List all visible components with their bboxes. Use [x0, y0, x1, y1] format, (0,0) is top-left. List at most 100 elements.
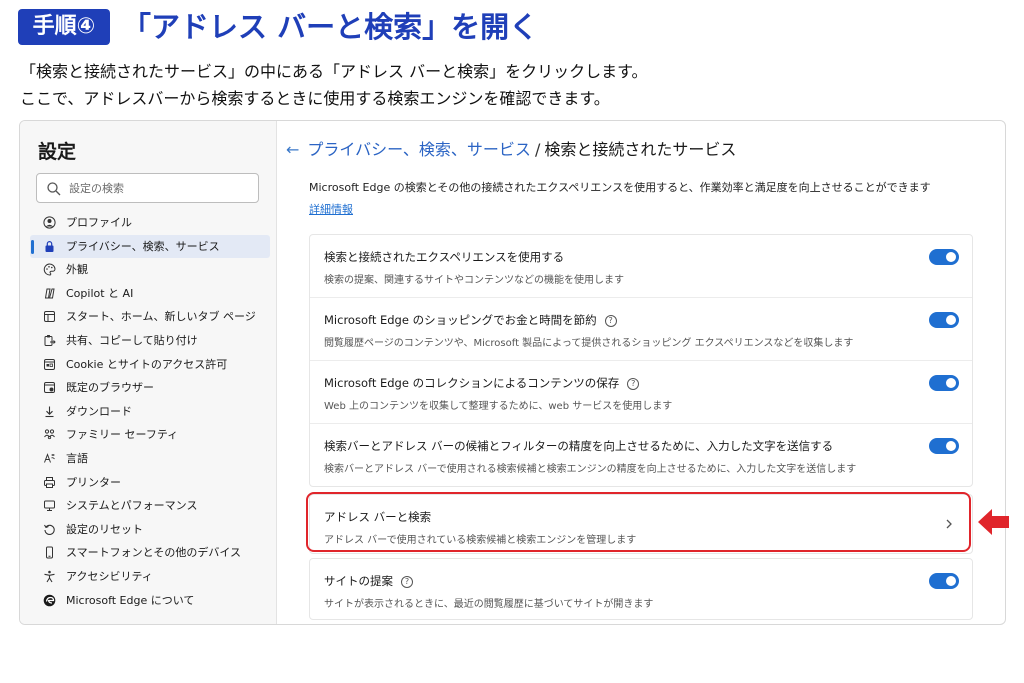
accessibility-icon: [44, 570, 55, 583]
help-icon[interactable]: ?: [401, 576, 413, 588]
setting-row-address-bar[interactable]: アドレス バーと検索 アドレス バーで使用されている検索候補と検索エンジンを管理…: [310, 495, 972, 553]
step-title: 「アドレス バーと検索」を開く: [122, 10, 539, 44]
setting-row-connected-experiences: 検索と接続されたエクスペリエンスを使用する 検索の提案、関連するサイトやコンテン…: [310, 235, 972, 298]
setting-title: アドレス バーと検索: [324, 510, 432, 524]
sidebar-item-label: Microsoft Edge について: [66, 593, 195, 607]
sidebar-item-about-edge[interactable]: Microsoft Edge について: [30, 589, 270, 613]
sidebar-item-downloads[interactable]: ダウンロード: [30, 400, 270, 424]
system-icon: [44, 500, 55, 512]
setting-description: サイトが表示されるときに、最近の閲覧履歴に基づいてサイトが開きます: [324, 599, 654, 610]
sidebar-item-profile[interactable]: プロファイル: [30, 211, 270, 235]
setting-title: サイトの提案?: [324, 573, 413, 589]
share-icon: [44, 334, 56, 346]
sidebar-item-accessibility[interactable]: アクセシビリティ: [30, 565, 270, 589]
sidebar-item-cookies[interactable]: Cookie とサイトのアクセス許可: [30, 353, 270, 377]
copilot-icon: [44, 288, 55, 299]
edge-icon: [43, 594, 56, 606]
step-badge: 手順④: [18, 9, 110, 45]
breadcrumb-separator: /: [534, 140, 541, 159]
search-icon: [47, 182, 61, 196]
sidebar-item-label: 言語: [66, 451, 88, 465]
sidebar-item-label: スタート、ホーム、新しいタブ ページ: [66, 310, 256, 324]
red-arrow-icon: [978, 509, 1009, 535]
setting-title: Microsoft Edge のコレクションによるコンテンツの保存?: [324, 375, 640, 391]
setting-description: Web 上のコンテンツを収集して整理するために、web サービスを使用します: [324, 401, 673, 412]
download-icon: [45, 406, 54, 417]
back-arrow-icon[interactable]: ←: [286, 140, 299, 159]
sidebar-item-privacy[interactable]: プライバシー、検索、サービス: [30, 234, 270, 259]
profile-icon: [43, 216, 56, 229]
settings-card-site-suggestions: サイトの提案? サイトが表示されるときに、最近の閲覧履歴に基づいてサイトが開きま…: [309, 558, 973, 620]
sidebar-item-label: 既定のブラウザー: [66, 381, 154, 395]
reset-icon: [44, 524, 55, 535]
main-content: ← プライバシー、検索、サービス / 検索と接続されたサービス Microsoft E…: [278, 121, 1005, 624]
settings-search-input[interactable]: [69, 178, 249, 198]
family-icon: [44, 429, 55, 440]
setting-row-site-suggestions: サイトの提案? サイトが表示されるときに、最近の閲覧履歴に基づいてサイトが開きま…: [310, 559, 972, 619]
sidebar-item-label: プライバシー、検索、サービス: [66, 239, 220, 253]
printer-icon: [44, 476, 55, 488]
settings-window: 設定 プロファイル プライバシー、検索、サービス 外観: [19, 120, 1006, 625]
setting-description: 検索バーとアドレス バーで使用される検索候補と検索エンジンの精度を向上させるため…: [324, 464, 857, 475]
help-icon[interactable]: ?: [627, 378, 640, 390]
sidebar-nav: プロファイル プライバシー、検索、サービス 外観 Copilot と AI スタ…: [30, 211, 270, 612]
sidebar-item-languages[interactable]: 言語: [30, 447, 270, 471]
sidebar-item-label: システムとパフォーマンス: [66, 499, 198, 513]
setting-description: アドレス バーで使用されている検索候補と検索エンジンを管理します: [324, 535, 637, 546]
setting-description: 閲覧履歴ページのコンテンツや、Microsoft 製品によって提供されるショッピ…: [324, 338, 854, 349]
sidebar-item-label: ファミリー セーフティ: [66, 428, 179, 442]
site-suggestions-toggle[interactable]: [929, 573, 959, 589]
sidebar-item-label: 設定のリセット: [66, 522, 143, 536]
sidebar-item-default-browser[interactable]: 既定のブラウザー: [30, 376, 270, 400]
sidebar-item-family-safety[interactable]: ファミリー セーフティ: [30, 423, 270, 447]
lock-icon: [45, 240, 54, 252]
page-title: 検索と接続されたサービス: [544, 140, 737, 159]
setting-description: 検索の提案、関連するサイトやコンテンツなどの機能を使用します: [324, 275, 624, 286]
description-line-1: 「検索と接続されたサービス」の中にある「アドレス バーと検索」をクリックします。: [20, 62, 648, 81]
language-icon: [44, 453, 55, 463]
connected-experiences-toggle[interactable]: [929, 249, 959, 265]
collections-toggle[interactable]: [929, 375, 959, 391]
sidebar-item-start-home[interactable]: スタート、ホーム、新しいタブ ページ: [30, 305, 270, 329]
sidebar-item-share-copy[interactable]: 共有、コピーして貼り付け: [30, 329, 270, 353]
sidebar-item-label: スマートフォンとその他のデバイス: [66, 546, 242, 560]
settings-card-main: 検索と接続されたエクスペリエンスを使用する 検索の提案、関連するサイトやコンテン…: [309, 234, 973, 487]
sidebar-item-phone-devices[interactable]: スマートフォンとその他のデバイス: [30, 541, 270, 565]
send-typed-chars-toggle[interactable]: [929, 438, 959, 454]
cookie-icon: [44, 358, 55, 370]
setting-row-shopping: Microsoft Edge のショッピングでお金と時間を節約? 閲覧履歴ページ…: [310, 298, 972, 361]
breadcrumb: ← プライバシー、検索、サービス / 検索と接続されたサービス: [286, 139, 736, 161]
phone-icon: [46, 546, 53, 559]
sidebar-item-label: 共有、コピーして貼り付け: [66, 333, 198, 347]
setting-title: 検索バーとアドレス バーの候補とフィルターの精度を向上させるために、入力した文字…: [324, 439, 834, 453]
help-icon[interactable]: ?: [604, 315, 617, 327]
learn-more-link[interactable]: 詳細情報: [309, 201, 353, 217]
setting-title: Microsoft Edge のショッピングでお金と時間を節約?: [324, 312, 617, 328]
sidebar-item-label: Copilot と AI: [66, 286, 134, 300]
sidebar-item-appearance[interactable]: 外観: [30, 258, 270, 282]
chevron-right-icon[interactable]: [944, 517, 954, 531]
sidebar: 設定 プロファイル プライバシー、検索、サービス 外観: [20, 121, 277, 624]
sidebar-item-label: Cookie とサイトのアクセス許可: [66, 357, 228, 371]
sidebar-item-label: 外観: [66, 263, 88, 277]
palette-icon: [43, 263, 56, 276]
settings-title: 設定: [38, 141, 77, 163]
intro-text: Microsoft Edge の検索とその他の接続されたエクスペリエンスを使用す…: [309, 181, 931, 194]
sidebar-item-system[interactable]: システムとパフォーマンス: [30, 494, 270, 518]
address-bar-search-row[interactable]: アドレス バーと検索 アドレス バーで使用されている検索候補と検索エンジンを管理…: [309, 494, 973, 554]
window-icon: [44, 311, 55, 323]
shopping-toggle[interactable]: [929, 312, 959, 328]
setting-row-collections: Microsoft Edge のコレクションによるコンテンツの保存? Web 上…: [310, 361, 972, 424]
sidebar-item-printers[interactable]: プリンター: [30, 471, 270, 495]
breadcrumb-link-privacy[interactable]: プライバシー、検索、サービス: [307, 140, 531, 159]
sidebar-item-reset[interactable]: 設定のリセット: [30, 518, 270, 542]
setting-row-send-typed-chars: 検索バーとアドレス バーの候補とフィルターの精度を向上させるために、入力した文字…: [310, 424, 972, 487]
setting-title: 検索と接続されたエクスペリエンスを使用する: [324, 250, 565, 264]
sidebar-item-label: プリンター: [66, 475, 121, 489]
sidebar-item-label: ダウンロード: [66, 404, 132, 418]
description-line-2: ここで、アドレスバーから検索するときに使用する検索エンジンを確認できます。: [20, 89, 610, 108]
sidebar-item-copilot[interactable]: Copilot と AI: [30, 282, 270, 306]
sidebar-item-label: アクセシビリティ: [66, 569, 153, 583]
settings-search-box[interactable]: [36, 173, 259, 203]
browser-icon: [44, 382, 55, 394]
